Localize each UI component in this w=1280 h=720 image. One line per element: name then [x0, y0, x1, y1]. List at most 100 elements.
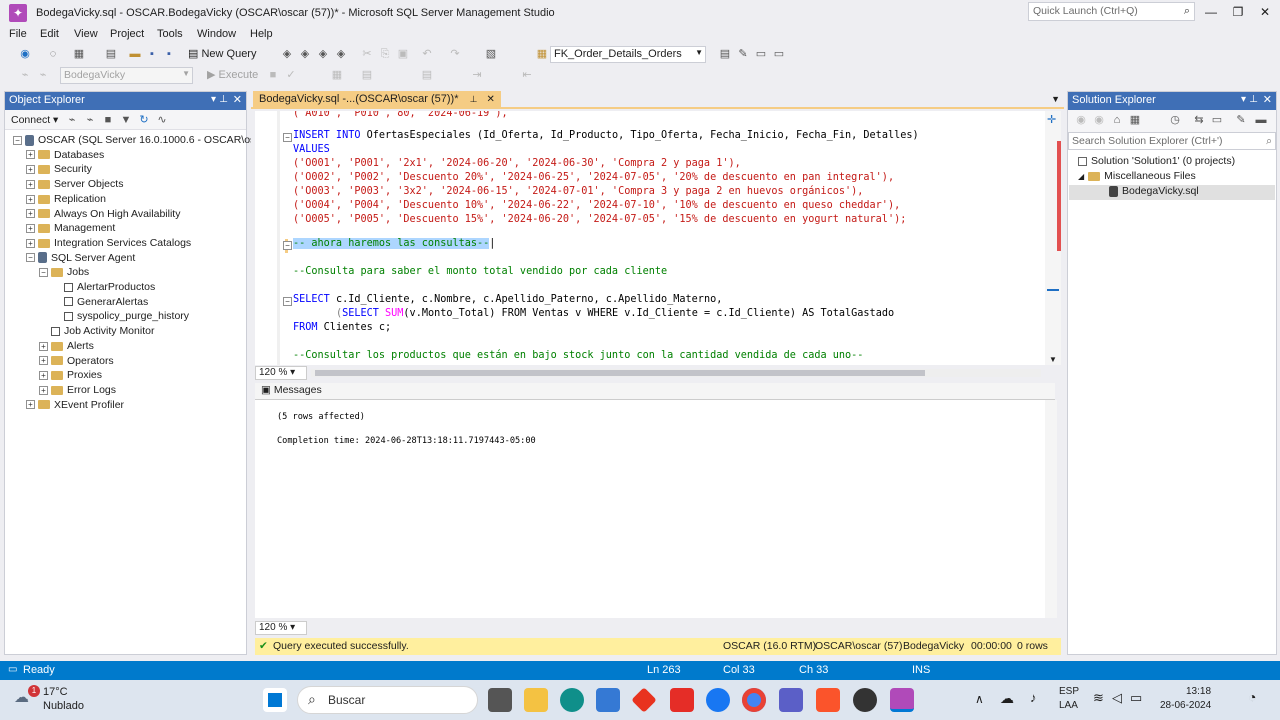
outdent-icon[interactable]: ⇤	[520, 68, 534, 82]
expand-icon[interactable]: +	[26, 238, 35, 248]
expand-icon[interactable]: +	[26, 400, 35, 410]
save-all-icon[interactable]: ▪	[162, 47, 176, 61]
back-icon[interactable]: ◉	[18, 47, 32, 61]
object-combo[interactable]: FK_Order_Details_Orders ▼	[550, 46, 706, 63]
tree-node[interactable]: − SQL Server Agent	[26, 252, 135, 266]
redo-icon[interactable]: ↷	[448, 47, 462, 61]
github-icon[interactable]	[853, 688, 877, 712]
save-icon[interactable]: ▪	[145, 47, 159, 61]
tree-node[interactable]: GenerarAlertas	[52, 296, 148, 310]
split-icon[interactable]: ✛	[1047, 113, 1056, 126]
file-explorer-icon[interactable]	[524, 688, 548, 712]
menu-view[interactable]: View	[74, 28, 98, 40]
tree-node[interactable]: + Management	[26, 222, 115, 236]
app-diamond-icon[interactable]	[631, 687, 657, 713]
close-tab-icon[interactable]: ✕	[486, 94, 494, 105]
ssms-taskbar-icon[interactable]	[890, 688, 914, 712]
connect-object-icon[interactable]: ⌁	[65, 113, 79, 127]
sql-file-node[interactable]: BodegaVicky.sql	[1069, 185, 1275, 200]
taskbar-search-box[interactable]: ⌕ Buscar	[297, 686, 478, 714]
scroll-down-icon[interactable]: ▼	[1049, 355, 1057, 364]
language-code[interactable]: ESP	[1059, 686, 1079, 697]
parse-icon[interactable]: ✓	[284, 68, 298, 82]
media-player-icon[interactable]	[779, 688, 803, 712]
open-file-icon[interactable]: ▤	[104, 47, 118, 61]
copy-icon[interactable]: ⎘	[378, 47, 392, 61]
tree-node[interactable]: + Alerts	[39, 340, 94, 354]
document-tab[interactable]: BodegaVicky.sql -...(OSCAR\oscar (57))* …	[253, 91, 501, 109]
collapse-icon[interactable]: −	[283, 133, 292, 142]
properties-icon[interactable]: ▤	[718, 47, 732, 61]
sql-code-editor[interactable]: ('A010', 'P010', 80, '2024-06-19'), − IN…	[255, 111, 1045, 365]
tree-node[interactable]: Job Activity Monitor	[39, 325, 154, 339]
window-layout-icon[interactable]: ▭	[772, 47, 786, 61]
forward-icon[interactable]: ◉	[1092, 113, 1106, 127]
mdx-query-icon[interactable]: ◈	[280, 47, 294, 61]
activity-monitor-icon[interactable]: ▧	[484, 47, 498, 61]
pin-icon[interactable]: ⊥	[1249, 94, 1258, 105]
home-icon[interactable]: ⌂	[1110, 113, 1124, 127]
menu-window[interactable]: Window	[197, 28, 236, 40]
keyboard-layout[interactable]: LAA	[1059, 700, 1078, 711]
misc-files-node[interactable]: ◢ Miscellaneous Files	[1078, 170, 1196, 184]
preview-icon[interactable]: ▬	[1254, 113, 1268, 127]
database-combo[interactable]: BodegaVicky ▼	[60, 67, 193, 84]
comment-icon[interactable]: ▤	[420, 68, 434, 82]
expand-icon[interactable]: +	[26, 165, 35, 175]
menu-tools[interactable]: Tools	[157, 28, 183, 40]
menu-file[interactable]: File	[9, 28, 27, 40]
tree-node[interactable]: + Error Logs	[39, 384, 116, 398]
chrome-icon[interactable]	[742, 688, 766, 712]
notifications-icon[interactable]: ◔	[1248, 689, 1256, 705]
expand-icon[interactable]: +	[39, 385, 48, 395]
solution-search-input[interactable]: Search Solution Explorer (Ctrl+') ⌕	[1068, 132, 1276, 150]
results-text-icon[interactable]: ▤	[360, 68, 374, 82]
folder-icon[interactable]: ▬	[128, 47, 142, 61]
dmx-query-icon[interactable]: ◈	[298, 47, 312, 61]
wrench-icon[interactable]: ✎	[736, 47, 750, 61]
code-vertical-scrollbar[interactable]: ✛ ▼	[1045, 111, 1061, 365]
tree-node[interactable]: + XEvent Profiler	[26, 399, 124, 413]
edge-icon[interactable]	[560, 688, 584, 712]
expand-icon[interactable]: +	[39, 356, 48, 366]
brave-icon[interactable]	[816, 688, 840, 712]
chevron-down-icon[interactable]: ▾	[211, 94, 216, 105]
paste-icon[interactable]: ▣	[396, 47, 410, 61]
indent-icon[interactable]: ⇥	[470, 68, 484, 82]
tree-node[interactable]: + Security	[26, 163, 92, 177]
cut-icon[interactable]: ✂	[360, 47, 374, 61]
disconnect-icon[interactable]: ⌁	[36, 68, 50, 82]
collapse-icon[interactable]: −	[13, 135, 22, 145]
tree-node[interactable]: syspolicy_purge_history	[52, 310, 189, 324]
quick-launch-input[interactable]: Quick Launch (Ctrl+Q) ⌕	[1028, 2, 1195, 21]
messages-pane[interactable]: (5 rows affected) Completion time: 2024-…	[255, 400, 1057, 618]
results-zoom-combo[interactable]: 120 % ▾	[255, 621, 307, 635]
editor-zoom-combo[interactable]: 120 % ▾	[255, 366, 307, 380]
solution-node[interactable]: Solution 'Solution1' (0 projects)	[1078, 155, 1235, 169]
refresh-icon[interactable]: ↻	[137, 113, 151, 127]
execute-button[interactable]: ▶ Execute	[207, 68, 258, 81]
expand-icon[interactable]: +	[39, 370, 48, 380]
toolbox-icon[interactable]: ▭	[754, 47, 768, 61]
collapse-icon[interactable]: −	[283, 241, 292, 250]
onedrive-icon[interactable]: ☁	[1000, 690, 1014, 707]
switch-views-icon[interactable]: ▦	[1128, 113, 1142, 127]
results-vertical-scrollbar[interactable]	[1045, 400, 1057, 618]
close-icon[interactable]: ✕	[1263, 93, 1272, 106]
tree-node[interactable]: + Server Objects	[26, 178, 123, 192]
activity-icon[interactable]: ∿	[155, 113, 169, 127]
pin-icon[interactable]: ⊥	[470, 94, 478, 104]
chevron-down-icon[interactable]: ▾	[1241, 94, 1246, 105]
wrench-icon[interactable]: ✎	[1234, 113, 1248, 127]
store-icon[interactable]	[596, 688, 620, 712]
tree-node[interactable]: − Jobs	[39, 266, 89, 280]
sync-icon[interactable]: ⇆	[1192, 113, 1206, 127]
minimize-button[interactable]: —	[1202, 5, 1220, 21]
stop-icon[interactable]: ■	[266, 68, 280, 82]
chevron-up-icon[interactable]: ∧	[975, 692, 984, 706]
clock-date[interactable]: 28-06-2024	[1160, 700, 1211, 711]
expand-icon[interactable]: +	[26, 179, 35, 189]
connect-icon[interactable]: ⌁	[18, 68, 32, 82]
forward-icon[interactable]: ◌	[46, 47, 60, 61]
battery-icon[interactable]: ▭	[1130, 690, 1142, 706]
